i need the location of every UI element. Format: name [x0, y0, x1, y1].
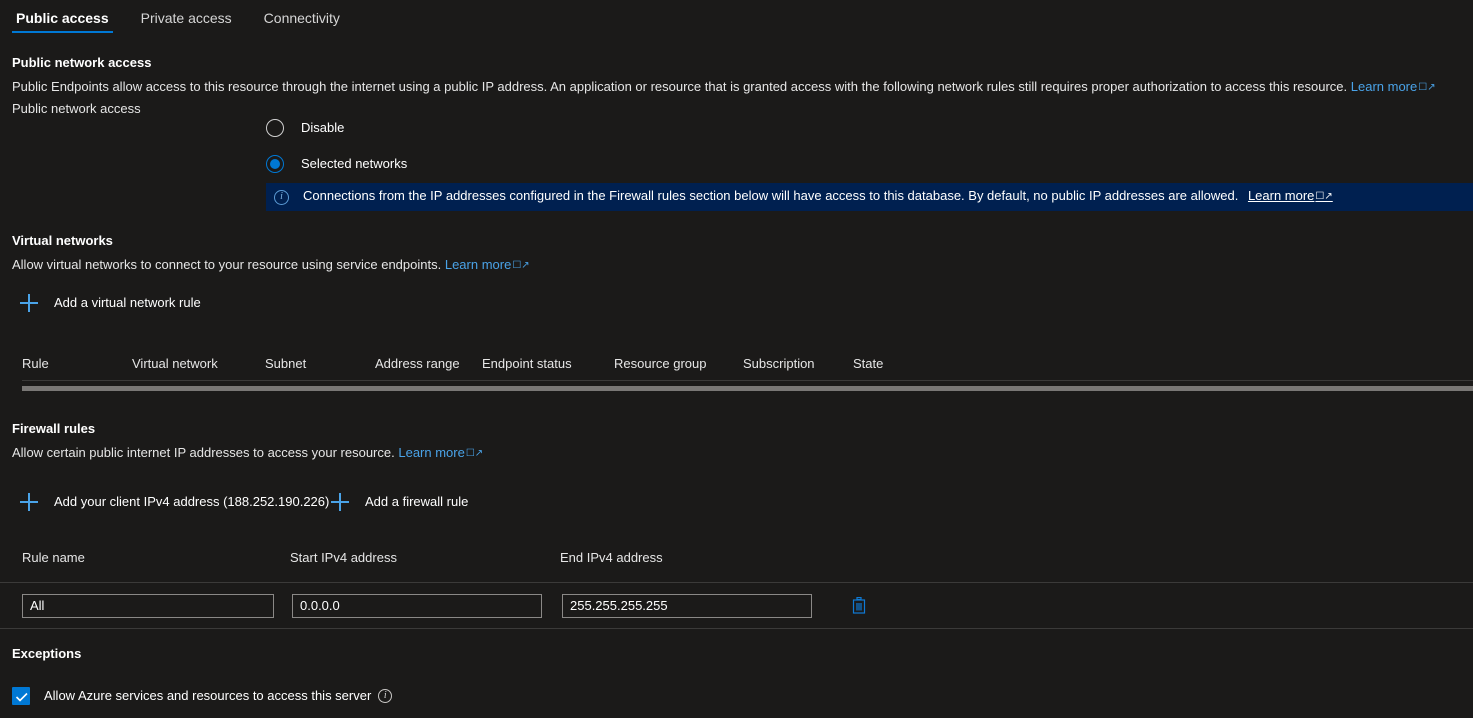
radio-disable[interactable]: Disable: [266, 119, 344, 137]
firewall-rules-table-header: Rule name Start IPv4 address End IPv4 ad…: [0, 550, 1473, 582]
column-header-state[interactable]: State: [853, 356, 953, 371]
add-firewall-rule-button[interactable]: Add a firewall rule: [331, 493, 468, 511]
tab-connectivity-label: Connectivity: [263, 10, 340, 26]
virtual-networks-table-divider: [22, 380, 1473, 381]
end-ip-input[interactable]: [562, 593, 812, 618]
tabstrip: Public access Private access Connectivit…: [0, 0, 1473, 37]
public-network-access-heading: Public network access: [12, 55, 152, 70]
external-link-icon: ☐↗: [1418, 82, 1436, 93]
virtual-networks-table-header: Rule Virtual network Subnet Address rang…: [0, 346, 1473, 380]
firewall-rules-description-text: Allow certain public internet IP address…: [12, 445, 395, 460]
exceptions-heading: Exceptions: [12, 646, 82, 661]
column-header-rule-name: Rule name: [22, 550, 85, 565]
external-link-icon: ☐↗: [1315, 191, 1333, 202]
column-header-address-range[interactable]: Address range: [375, 356, 482, 371]
firewall-rules-learn-more-label: Learn more: [398, 445, 465, 460]
firewall-rules-heading: Firewall rules: [12, 421, 96, 436]
delete-rule-button[interactable]: [848, 595, 870, 617]
external-link-icon: ☐↗: [465, 448, 484, 459]
public-network-access-field-label: Public network access: [12, 101, 141, 116]
radio-disable-label: Disable: [301, 120, 345, 135]
radio-selected-networks-label: Selected networks: [301, 156, 408, 171]
table-row: [0, 583, 1473, 628]
column-header-subscription[interactable]: Subscription: [743, 356, 853, 371]
column-header-subnet[interactable]: Subnet: [265, 356, 375, 371]
column-header-resource-group[interactable]: Resource group: [614, 356, 743, 371]
tab-public-access[interactable]: Public access: [0, 0, 125, 37]
virtual-networks-heading: Virtual networks: [12, 233, 113, 248]
firewall-rules-table: Rule name Start IPv4 address End IPv4 ad…: [0, 550, 1473, 629]
allow-azure-services-checkbox-row[interactable]: Allow Azure services and resources to ac…: [12, 687, 393, 705]
scrollbar-thumb[interactable]: [22, 386, 1473, 391]
plus-icon: [20, 493, 38, 511]
info-banner-content: Connections from the IP addresses config…: [303, 187, 1333, 207]
radio-selected-networks[interactable]: Selected networks: [266, 155, 407, 173]
virtual-networks-description-text: Allow virtual networks to connect to you…: [12, 257, 442, 272]
plus-icon: [20, 294, 38, 312]
info-banner-text: Connections from the IP addresses config…: [303, 188, 1239, 203]
tab-private-access-label: Private access: [140, 10, 232, 26]
add-client-ip-address-button[interactable]: Add your client IPv4 address (188.252.19…: [20, 493, 329, 511]
plus-icon: [331, 493, 349, 511]
virtual-networks-table: Rule Virtual network Subnet Address rang…: [0, 346, 1473, 391]
rule-name-input[interactable]: [22, 593, 274, 618]
info-icon: i: [274, 189, 289, 205]
info-banner: i Connections from the IP addresses conf…: [266, 183, 1473, 211]
public-access-settings-page: Public access Private access Connectivit…: [0, 0, 1473, 718]
info-banner-learn-more-label: Learn more: [1247, 188, 1315, 203]
public-network-access-learn-more-label: Learn more: [1350, 79, 1418, 94]
add-virtual-network-rule-label: Add a virtual network rule: [54, 295, 201, 310]
column-header-endpoint-status[interactable]: Endpoint status: [482, 356, 614, 371]
firewall-rules-learn-more-link[interactable]: Learn more☐↗: [398, 445, 483, 460]
checkmark-icon: [15, 692, 28, 702]
virtual-networks-learn-more-label: Learn more: [444, 257, 512, 272]
public-network-access-description-text: Public Endpoints allow access to this re…: [12, 79, 1348, 94]
public-network-access-description: Public Endpoints allow access to this re…: [12, 78, 1473, 98]
info-icon[interactable]: i: [378, 689, 393, 703]
add-firewall-rule-label: Add a firewall rule: [365, 494, 469, 509]
radio-disable-indicator: [266, 119, 284, 137]
allow-azure-services-checkbox[interactable]: [12, 687, 30, 705]
info-banner-learn-more-link[interactable]: Learn more☐↗: [1248, 188, 1333, 203]
virtual-networks-learn-more-link[interactable]: Learn more☐↗: [445, 257, 530, 272]
column-header-end-ip: End IPv4 address: [560, 550, 663, 565]
firewall-rules-description: Allow certain public internet IP address…: [12, 444, 483, 464]
radio-selected-networks-indicator: [266, 155, 284, 173]
add-virtual-network-rule-button[interactable]: Add a virtual network rule: [20, 294, 201, 312]
allow-azure-services-label: Allow Azure services and resources to ac…: [44, 688, 372, 703]
virtual-networks-description: Allow virtual networks to connect to you…: [12, 256, 530, 276]
column-header-virtual-network[interactable]: Virtual network: [132, 356, 265, 371]
tab-connectivity[interactable]: Connectivity: [248, 0, 356, 37]
start-ip-input[interactable]: [292, 593, 542, 618]
tab-public-access-label: Public access: [16, 10, 109, 26]
firewall-table-divider-bottom: [0, 628, 1473, 629]
tab-private-access[interactable]: Private access: [125, 0, 248, 37]
trash-icon: [852, 597, 866, 614]
external-link-icon: ☐↗: [512, 260, 530, 271]
column-header-start-ip: Start IPv4 address: [290, 550, 397, 565]
column-header-rule[interactable]: Rule: [22, 356, 132, 371]
add-client-ip-address-label: Add your client IPv4 address (188.252.19…: [54, 494, 330, 509]
virtual-networks-horizontal-scrollbar[interactable]: [22, 386, 1473, 391]
public-network-access-learn-more-link[interactable]: Learn more☐↗: [1351, 79, 1436, 94]
